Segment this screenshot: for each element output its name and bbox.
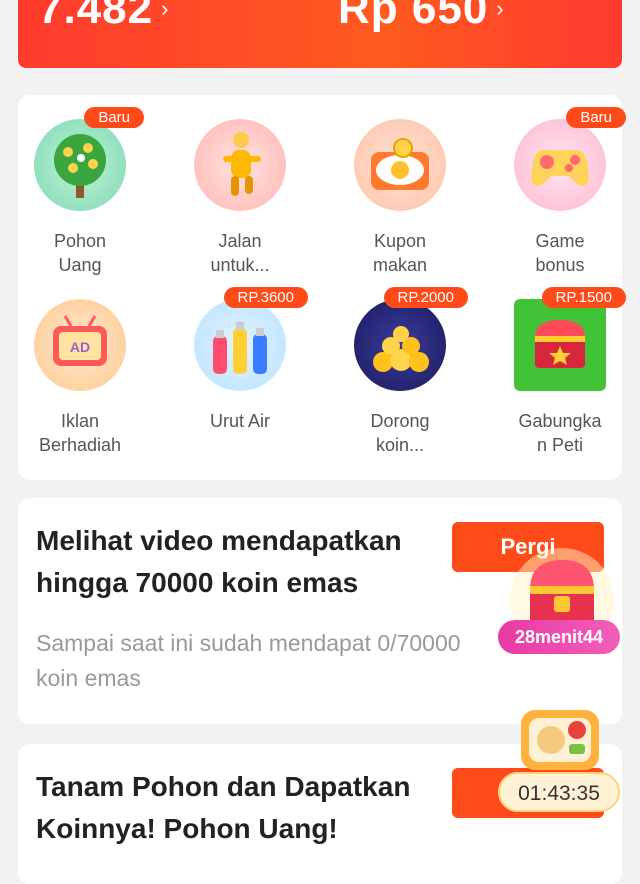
task-title: Tanam Pohon dan Dapatkan Koinnya! Pohon …	[36, 771, 411, 844]
game-kupon-makan[interactable]: Kupon makan	[330, 119, 470, 277]
ad-tv-icon: AD	[34, 299, 126, 391]
game-label: Gabungka n Peti	[518, 411, 602, 455]
runner-icon	[194, 119, 286, 211]
task-title: Melihat video mendapatkan hingga 70000 k…	[36, 525, 402, 598]
game-dorong-koin[interactable]: RP.2000 Dorong koin...	[330, 287, 470, 457]
game-label: Urut Air	[209, 411, 270, 431]
food-timer: 01:43:35	[498, 772, 620, 812]
reward-badge: RP.2000	[383, 287, 468, 308]
game-jalan-untuk[interactable]: Jalan untuk...	[170, 119, 310, 277]
game-iklan-berhadiah[interactable]: AD Iklan Berhadiah	[10, 299, 150, 457]
money-tree-icon	[34, 119, 126, 211]
chevron-right-icon: ›	[496, 0, 505, 21]
food-coupon-icon	[354, 119, 446, 211]
cash-value: Rp 650	[338, 0, 489, 33]
coin-pusher-icon	[354, 299, 446, 391]
game-label: Dorong koin...	[370, 411, 430, 455]
new-badge: Baru	[84, 107, 144, 128]
water-bottles-icon	[194, 299, 286, 391]
game-bonus[interactable]: Baru Game bonus	[490, 107, 630, 277]
game-label: Iklan Berhadiah	[38, 411, 122, 455]
coins-balance[interactable]: 7.482 ›	[38, 0, 169, 34]
floating-food-icon[interactable]	[515, 700, 605, 780]
new-badge: Baru	[566, 107, 626, 128]
coins-value: 7.482	[38, 0, 154, 33]
cash-balance[interactable]: Rp 650 ›	[338, 0, 505, 34]
treasure-chest-icon	[514, 299, 606, 391]
chest-timer: 28menit44	[498, 620, 620, 654]
game-pohon-uang[interactable]: Baru Pohon Uang	[10, 107, 150, 277]
reward-badge: RP.3600	[223, 287, 308, 308]
chevron-right-icon: ›	[161, 0, 170, 21]
task-progress-text: Sampai saat ini sudah mendapat 0/70000 k…	[36, 630, 461, 691]
game-label: Game bonus	[535, 231, 585, 275]
svg-text:AD: AD	[70, 339, 90, 355]
gamepad-icon	[514, 119, 606, 211]
game-label: Kupon makan	[372, 231, 428, 275]
game-label: Pohon Uang	[53, 231, 107, 275]
game-gabungkan-peti[interactable]: RP.1500 Gabungka n Peti	[490, 287, 630, 457]
games-grid-card: Baru Pohon Uang Jalan untuk... Kupon mak…	[18, 95, 626, 480]
balance-header: 7.482 › Rp 650 ›	[18, 0, 622, 68]
game-urut-air[interactable]: RP.3600 Urut Air	[170, 287, 310, 433]
reward-badge: RP.1500	[541, 287, 626, 308]
game-label: Jalan untuk...	[210, 231, 270, 275]
